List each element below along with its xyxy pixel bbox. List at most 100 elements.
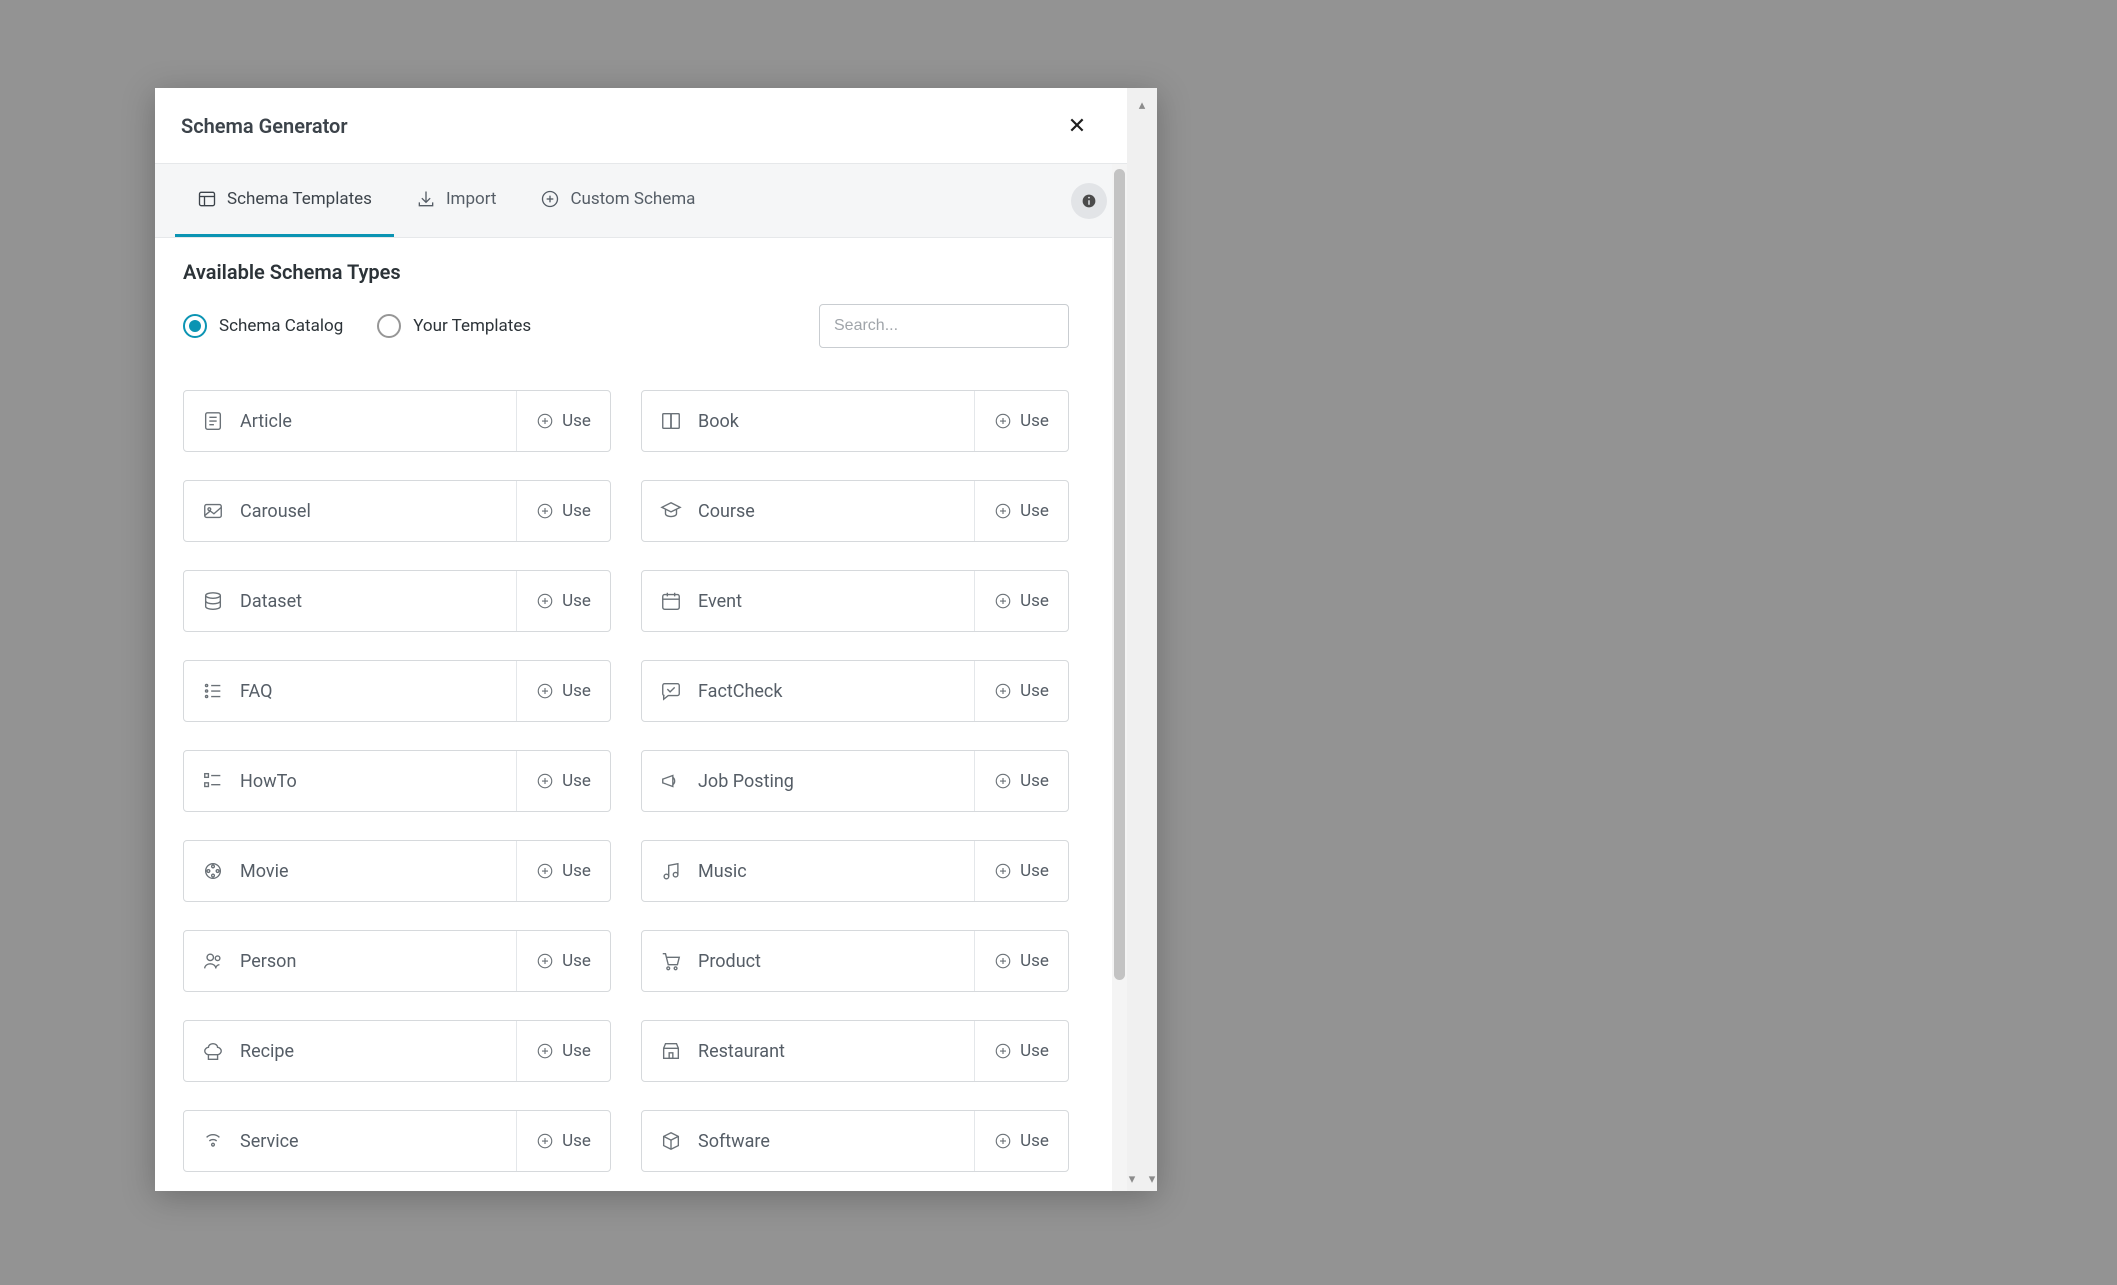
schema-card-main: Book — [642, 391, 974, 451]
schema-label: Job Posting — [698, 771, 794, 792]
schema-card-software[interactable]: Software Use — [641, 1110, 1069, 1172]
schema-card-main: FAQ — [184, 661, 516, 721]
use-button[interactable]: Use — [516, 841, 610, 901]
use-button[interactable]: Use — [974, 571, 1068, 631]
use-label: Use — [562, 1041, 591, 1061]
schema-card-person[interactable]: Person Use — [183, 930, 611, 992]
plus-circle-icon — [994, 862, 1012, 880]
use-button[interactable]: Use — [516, 1021, 610, 1081]
scrollbar-thumb[interactable] — [1114, 169, 1125, 980]
use-button[interactable]: Use — [516, 391, 610, 451]
schema-card-event[interactable]: EventUse — [641, 570, 1069, 632]
info-button[interactable] — [1071, 183, 1107, 219]
plus-circle-icon — [536, 412, 554, 430]
schema-card-dataset[interactable]: Dataset Use — [183, 570, 611, 632]
scroll-down-arrow-2[interactable]: ▾ — [1147, 1173, 1157, 1185]
schema-card-carousel[interactable]: Carousel Use — [183, 480, 611, 542]
use-label: Use — [1020, 411, 1049, 431]
schema-grid: ArticleUseBookUseCarouselUseCourseUseDat… — [183, 390, 1069, 1172]
tab-schema-templates-label: Schema Templates — [227, 189, 372, 209]
use-label: Use — [562, 411, 591, 431]
use-label: Use — [562, 951, 591, 971]
schema-card-main: Dataset — [184, 571, 516, 631]
schema-card-jobposting[interactable]: Job Posting Use — [641, 750, 1069, 812]
inner-scrollbar[interactable] — [1112, 164, 1127, 1191]
plus-circle-icon — [540, 189, 560, 209]
radio-your-templates[interactable]: Your Templates — [377, 314, 531, 338]
use-button[interactable]: Use — [516, 931, 610, 991]
schema-card-main: Music — [642, 841, 974, 901]
use-button[interactable]: Use — [516, 1111, 610, 1171]
radio-icon — [377, 314, 401, 338]
plus-circle-icon — [994, 502, 1012, 520]
schema-label: Carousel — [240, 501, 311, 522]
cart-icon — [660, 950, 682, 972]
schema-card-main: Carousel — [184, 481, 516, 541]
schema-card-recipe[interactable]: Recipe Use — [183, 1020, 611, 1082]
use-button[interactable]: Use — [516, 751, 610, 811]
plus-circle-icon — [994, 1132, 1012, 1150]
search-input[interactable] — [819, 304, 1069, 348]
schema-card-factcheck[interactable]: FactCheckUse — [641, 660, 1069, 722]
schema-card-main: Person — [184, 931, 516, 991]
schema-card-main: Restaurant — [642, 1021, 974, 1081]
tab-custom-schema[interactable]: Custom Schema — [518, 164, 717, 237]
schema-label: Product — [698, 951, 761, 972]
schema-card-main: Service — [184, 1111, 516, 1171]
plus-circle-icon — [536, 952, 554, 970]
close-button[interactable]: ✕ — [1061, 110, 1093, 142]
calendar-icon — [660, 590, 682, 612]
schema-label: Recipe — [240, 1041, 294, 1062]
tab-import[interactable]: Import — [394, 164, 519, 237]
use-label: Use — [1020, 1041, 1049, 1061]
use-button[interactable]: Use — [974, 931, 1068, 991]
tab-import-label: Import — [446, 189, 497, 209]
use-button[interactable]: Use — [516, 571, 610, 631]
schema-card-howto[interactable]: HowToUse — [183, 750, 611, 812]
schema-label: Course — [698, 501, 755, 522]
tab-schema-templates[interactable]: Schema Templates — [175, 164, 394, 237]
schema-card-main: Course — [642, 481, 974, 541]
schema-card-course[interactable]: Course Use — [641, 480, 1069, 542]
use-button[interactable]: Use — [974, 481, 1068, 541]
schema-card-service[interactable]: ServiceUse — [183, 1110, 611, 1172]
schema-card-product[interactable]: Product Use — [641, 930, 1069, 992]
scroll-down-arrow[interactable]: ▾ — [1127, 1173, 1137, 1185]
scroll-up-arrow[interactable]: ▴ — [1127, 92, 1157, 118]
list-icon — [202, 680, 224, 702]
use-label: Use — [1020, 1131, 1049, 1151]
schema-card-book[interactable]: Book Use — [641, 390, 1069, 452]
use-button[interactable]: Use — [974, 661, 1068, 721]
shop-icon — [660, 1040, 682, 1062]
schema-card-faq[interactable]: FAQ Use — [183, 660, 611, 722]
use-button[interactable]: Use — [516, 661, 610, 721]
schema-card-main: Job Posting — [642, 751, 974, 811]
schema-card-article[interactable]: ArticleUse — [183, 390, 611, 452]
download-icon — [416, 189, 436, 209]
radio-schema-catalog[interactable]: Schema Catalog — [183, 314, 343, 338]
plus-circle-icon — [536, 682, 554, 700]
use-button[interactable]: Use — [974, 841, 1068, 901]
filter-row: Schema Catalog Your Templates — [183, 304, 1069, 348]
close-icon: ✕ — [1068, 115, 1086, 137]
use-button[interactable]: Use — [974, 1021, 1068, 1081]
templates-icon — [197, 189, 217, 209]
schema-card-restaurant[interactable]: Restaurant Use — [641, 1020, 1069, 1082]
plus-circle-icon — [536, 1042, 554, 1060]
schema-label: Software — [698, 1131, 770, 1152]
use-button[interactable]: Use — [974, 391, 1068, 451]
schema-card-music[interactable]: MusicUse — [641, 840, 1069, 902]
use-button[interactable]: Use — [974, 1111, 1068, 1171]
signal-icon — [202, 1130, 224, 1152]
plus-circle-icon — [994, 592, 1012, 610]
music-icon — [660, 860, 682, 882]
use-button[interactable]: Use — [516, 481, 610, 541]
file-text-icon — [202, 410, 224, 432]
schema-card-movie[interactable]: MovieUse — [183, 840, 611, 902]
use-button[interactable]: Use — [974, 751, 1068, 811]
database-icon — [202, 590, 224, 612]
schema-generator-modal: Schema Generator ✕ Schema Templates Impo… — [155, 88, 1157, 1191]
use-label: Use — [562, 591, 591, 611]
use-label: Use — [562, 681, 591, 701]
tab-bar: Schema Templates Import Custom Schema — [155, 164, 1127, 238]
